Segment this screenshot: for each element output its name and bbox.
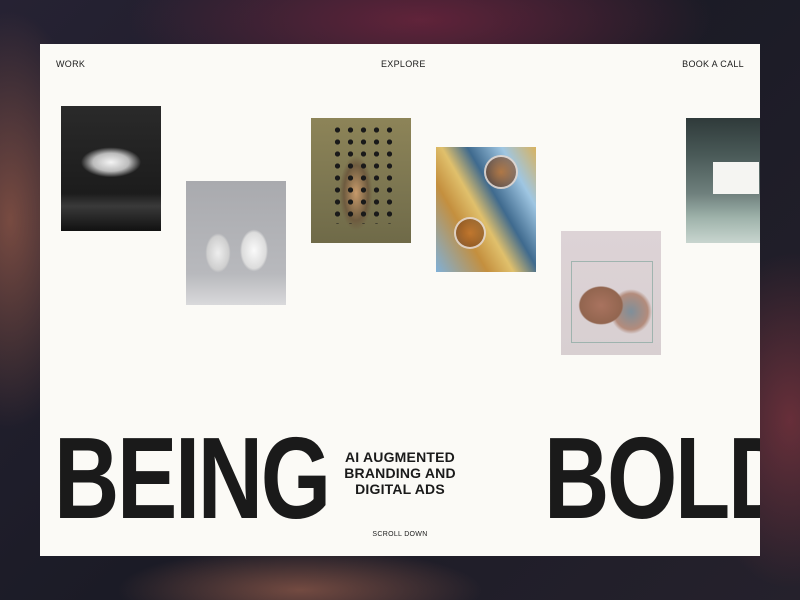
scroll-down-link[interactable]: SCROLL DOWN <box>340 531 460 538</box>
cocktail-glasses-photo[interactable] <box>436 147 536 272</box>
glass-shape <box>484 155 518 189</box>
glass-case-outline <box>571 261 653 343</box>
nav-work-link[interactable]: WORK <box>56 59 85 69</box>
nav-explore-link[interactable]: EXPLORE <box>381 59 426 69</box>
hero-word-left: BEING <box>54 413 331 543</box>
street-billboard-photo[interactable] <box>686 118 760 243</box>
perforated-panel-photo[interactable] <box>311 118 411 243</box>
glass-shape <box>454 217 486 249</box>
billboard-shape <box>713 162 759 194</box>
perforation-dots <box>331 124 393 224</box>
tagline-line: DIGITAL ADS <box>355 481 445 497</box>
hero-word-right: BOLD <box>544 413 760 543</box>
gummy-bears-photo[interactable] <box>186 181 286 305</box>
hero-tagline: AI AUGMENTED BRANDING AND DIGITAL ADS <box>340 449 460 497</box>
tagline-line: BRANDING AND <box>344 465 456 481</box>
stones-in-glass-case-photo[interactable] <box>561 231 661 355</box>
tagline-line: AI AUGMENTED <box>345 449 455 465</box>
website-card: WORK EXPLORE BOOK A CALL BEING AI AUGMEN… <box>40 44 760 556</box>
nav-book-call-link[interactable]: BOOK A CALL <box>682 59 744 69</box>
floating-fabric-photo[interactable] <box>61 106 161 231</box>
